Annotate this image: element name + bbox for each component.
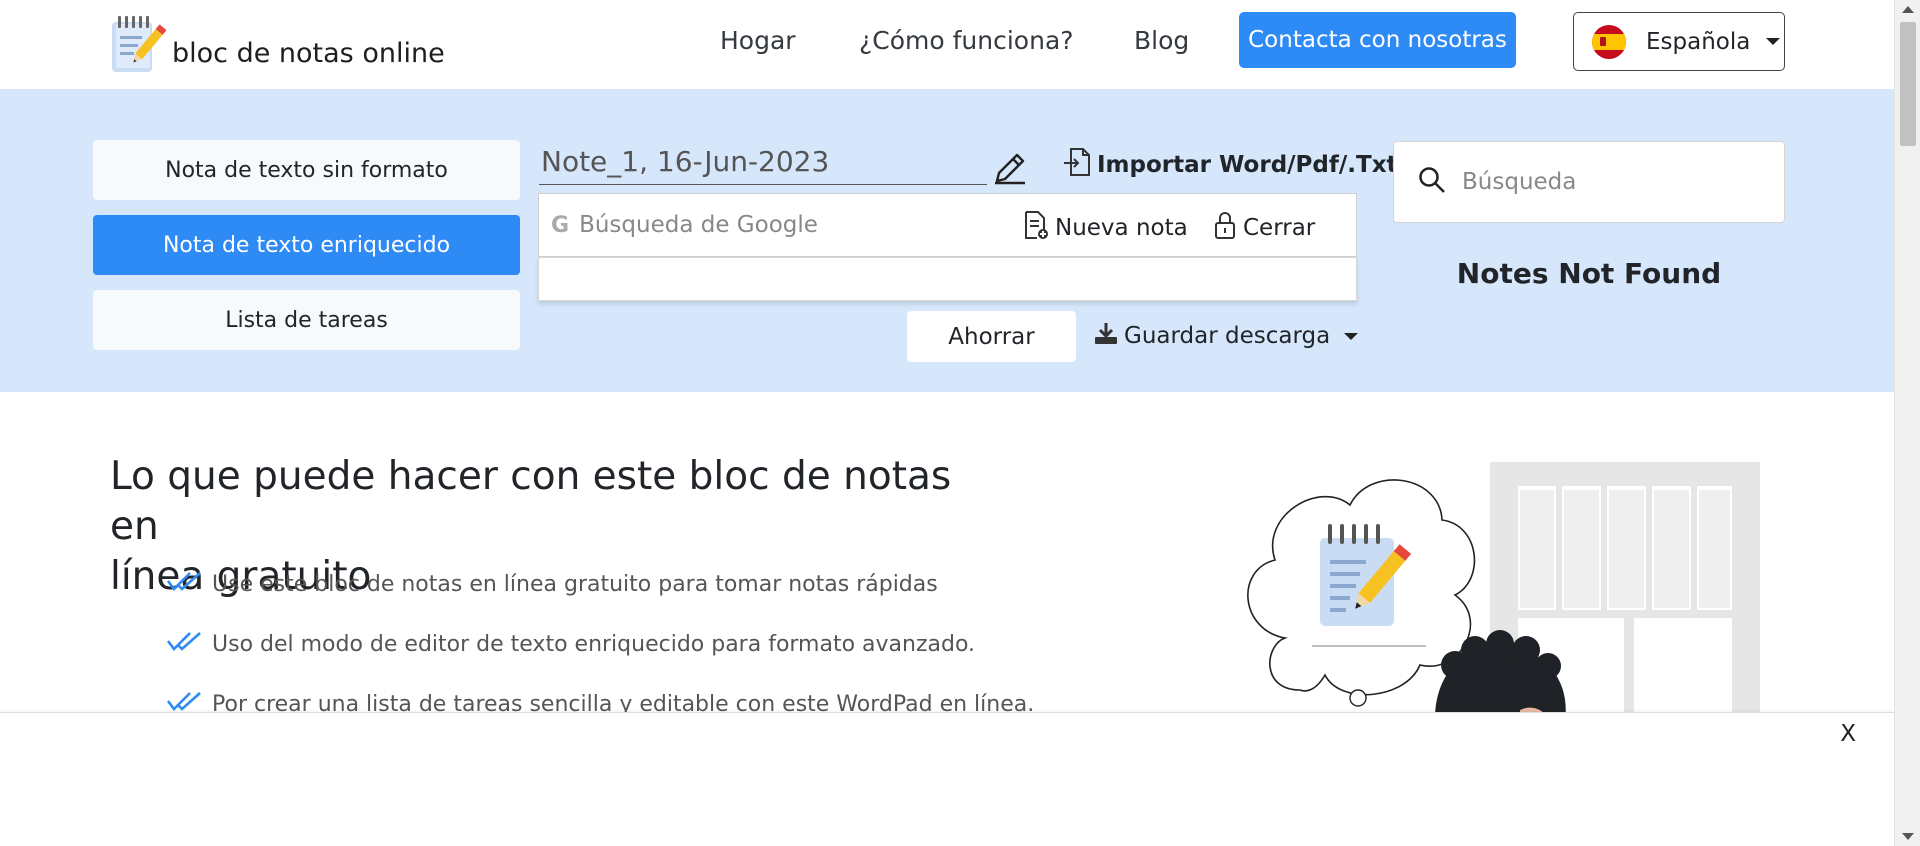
- nav-blog[interactable]: Blog: [1134, 26, 1189, 55]
- import-button[interactable]: Importar Word/Pdf/.Txt: [1063, 147, 1398, 183]
- notes-not-found: Notes Not Found: [1456, 257, 1722, 290]
- language-dropdown[interactable]: Española: [1573, 12, 1785, 71]
- new-note-button[interactable]: Nueva nota: [1023, 210, 1188, 246]
- import-file-icon: [1063, 147, 1091, 183]
- close-ad-button[interactable]: X: [1840, 721, 1856, 747]
- close-label: Cerrar: [1243, 215, 1316, 241]
- logo[interactable]: bloc de notas online: [110, 14, 445, 78]
- google-icon: G: [551, 212, 570, 238]
- double-check-icon: [166, 630, 204, 658]
- plain-text-mode-button[interactable]: Nota de texto sin formato: [93, 140, 520, 200]
- spain-flag-icon: [1592, 24, 1626, 59]
- nav-home[interactable]: Hogar: [720, 26, 796, 55]
- save-button[interactable]: Ahorrar: [907, 311, 1076, 362]
- close-note-button[interactable]: Cerrar: [1213, 210, 1315, 246]
- new-note-icon: [1023, 210, 1049, 246]
- contact-button[interactable]: Contacta con nosotras: [1239, 12, 1516, 68]
- new-note-label: Nueva nota: [1055, 215, 1188, 241]
- chevron-down-icon: [1344, 332, 1359, 340]
- download-icon: [1094, 321, 1118, 351]
- feature-item: Uso del modo de editor de texto enriquec…: [166, 630, 975, 658]
- page-title-line-1: Lo que puede hacer con este bloc de nota…: [110, 454, 952, 549]
- notes-search-input[interactable]: [1462, 169, 1762, 195]
- feature-text: Use este bloc de notas en línea gratuito…: [212, 571, 938, 597]
- scrollbar[interactable]: [1894, 0, 1920, 846]
- editor-toolbar: G Búsqueda de Google Nueva nota Cerrar: [538, 193, 1357, 257]
- scrollbar-thumb[interactable]: [1900, 22, 1916, 146]
- notepad-tool-area: Nota de texto sin formato Nota de texto …: [0, 89, 1894, 392]
- notes-search-box[interactable]: [1393, 141, 1785, 223]
- feature-text: Uso del modo de editor de texto enriquec…: [212, 631, 976, 657]
- double-check-icon: [166, 570, 204, 598]
- google-search-field[interactable]: G Búsqueda de Google: [551, 212, 818, 238]
- download-dropdown[interactable]: Guardar descarga: [1094, 321, 1359, 351]
- note-title-field[interactable]: Note_1, 16-Jun-2023: [539, 143, 987, 185]
- scroll-up-icon[interactable]: [1902, 6, 1914, 13]
- header: bloc de notas online Hogar ¿Cómo funcion…: [0, 0, 1894, 89]
- hero-illustration: [1230, 460, 1770, 720]
- lock-icon: [1213, 210, 1237, 246]
- logo-text: bloc de notas online: [172, 37, 445, 69]
- nav-how-it-works[interactable]: ¿Cómo funciona?: [859, 26, 1074, 55]
- feature-item: Use este bloc de notas en línea gratuito…: [166, 570, 938, 598]
- search-icon: [1418, 166, 1446, 198]
- download-label: Guardar descarga: [1124, 323, 1331, 349]
- google-search-placeholder: Búsqueda de Google: [579, 212, 818, 238]
- notepad-logo-icon: [110, 14, 167, 78]
- import-label: Importar Word/Pdf/.Txt: [1097, 152, 1398, 178]
- chevron-down-icon: [1766, 38, 1781, 45]
- task-list-mode-button[interactable]: Lista de tareas: [93, 290, 520, 350]
- bottom-ad-banner: X: [0, 712, 1894, 846]
- rich-text-mode-button[interactable]: Nota de texto enriquecido: [93, 215, 520, 275]
- page: bloc de notas online Hogar ¿Cómo funcion…: [0, 0, 1894, 846]
- scroll-down-icon[interactable]: [1902, 833, 1914, 840]
- rich-text-editor[interactable]: [538, 257, 1357, 301]
- pencil-icon[interactable]: [993, 151, 1027, 189]
- language-label: Española: [1646, 28, 1751, 55]
